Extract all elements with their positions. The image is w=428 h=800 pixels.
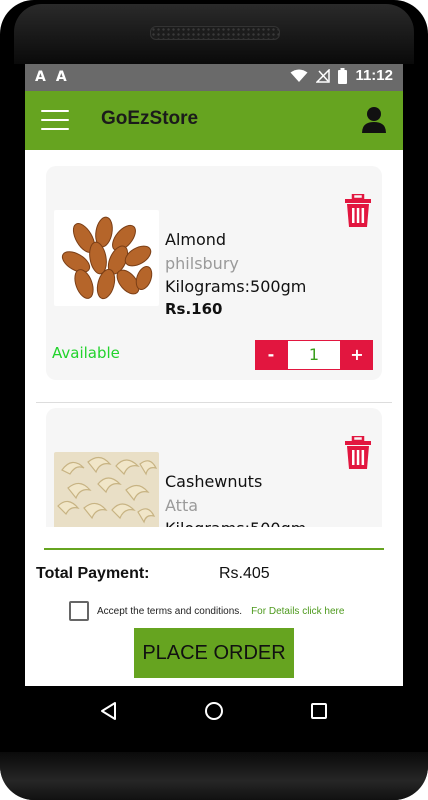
terms-checkbox[interactable] xyxy=(69,601,89,621)
notification-icon: A xyxy=(35,69,46,85)
qty-decrease-button[interactable]: - xyxy=(255,340,287,370)
home-icon[interactable] xyxy=(204,701,224,721)
app-bar: GoEzStore xyxy=(25,91,403,150)
cart-item-card: Almond philsbury Kilograms:500gm Rs.160 … xyxy=(46,166,382,380)
total-payment-label: Total Payment: xyxy=(36,565,150,582)
cart-list[interactable]: Almond philsbury Kilograms:500gm Rs.160 … xyxy=(25,150,403,527)
qty-increase-button[interactable]: + xyxy=(341,340,373,370)
product-name: Cashewnuts xyxy=(165,472,263,491)
signal-icon xyxy=(316,68,331,83)
back-icon[interactable] xyxy=(99,701,119,721)
almond-image xyxy=(54,210,159,306)
terms-label: Accept the terms and conditions. xyxy=(97,605,243,617)
phone-speaker xyxy=(150,26,280,40)
product-brand: Atta xyxy=(165,496,199,515)
product-weight: Kilograms:500gm xyxy=(165,277,307,296)
summary-divider xyxy=(44,548,384,550)
terms-row: Accept the terms and conditions. For Det… xyxy=(69,601,344,621)
app-title: GoEzStore xyxy=(101,108,199,129)
total-payment-value: Rs.405 xyxy=(219,565,270,582)
clock: 11:12 xyxy=(355,67,393,84)
product-weight: Kilograms:500gm xyxy=(165,519,306,527)
notification-icon: A xyxy=(55,69,67,85)
battery-icon xyxy=(338,67,348,84)
app-screen: A A 11:12 GoEzStore Almond philsbury Kil… xyxy=(25,64,403,686)
availability-status: Available xyxy=(52,344,120,362)
product-brand: philsbury xyxy=(165,254,239,273)
phone-bottom-bezel xyxy=(0,752,428,800)
qty-value[interactable]: 1 xyxy=(287,340,341,370)
menu-icon[interactable] xyxy=(41,110,69,130)
cart-item-card: Cashewnuts Atta Kilograms:500gm xyxy=(46,408,382,527)
trash-icon[interactable] xyxy=(344,194,372,228)
status-bar: A A 11:12 xyxy=(25,64,403,91)
profile-icon[interactable] xyxy=(361,106,387,134)
trash-icon[interactable] xyxy=(344,436,372,470)
item-divider xyxy=(36,402,392,403)
phone-frame: A A 11:12 GoEzStore Almond philsbury Kil… xyxy=(0,0,428,800)
system-nav-bar xyxy=(25,686,403,736)
quantity-stepper: - 1 + xyxy=(255,340,373,370)
product-price: Rs.160 xyxy=(165,300,223,318)
product-name: Almond xyxy=(165,230,227,249)
place-order-button[interactable]: PLACE ORDER xyxy=(134,628,294,678)
wifi-icon xyxy=(290,69,308,82)
details-link[interactable]: For Details click here xyxy=(251,606,344,617)
cashew-image xyxy=(54,452,159,527)
recents-icon[interactable] xyxy=(310,702,328,720)
